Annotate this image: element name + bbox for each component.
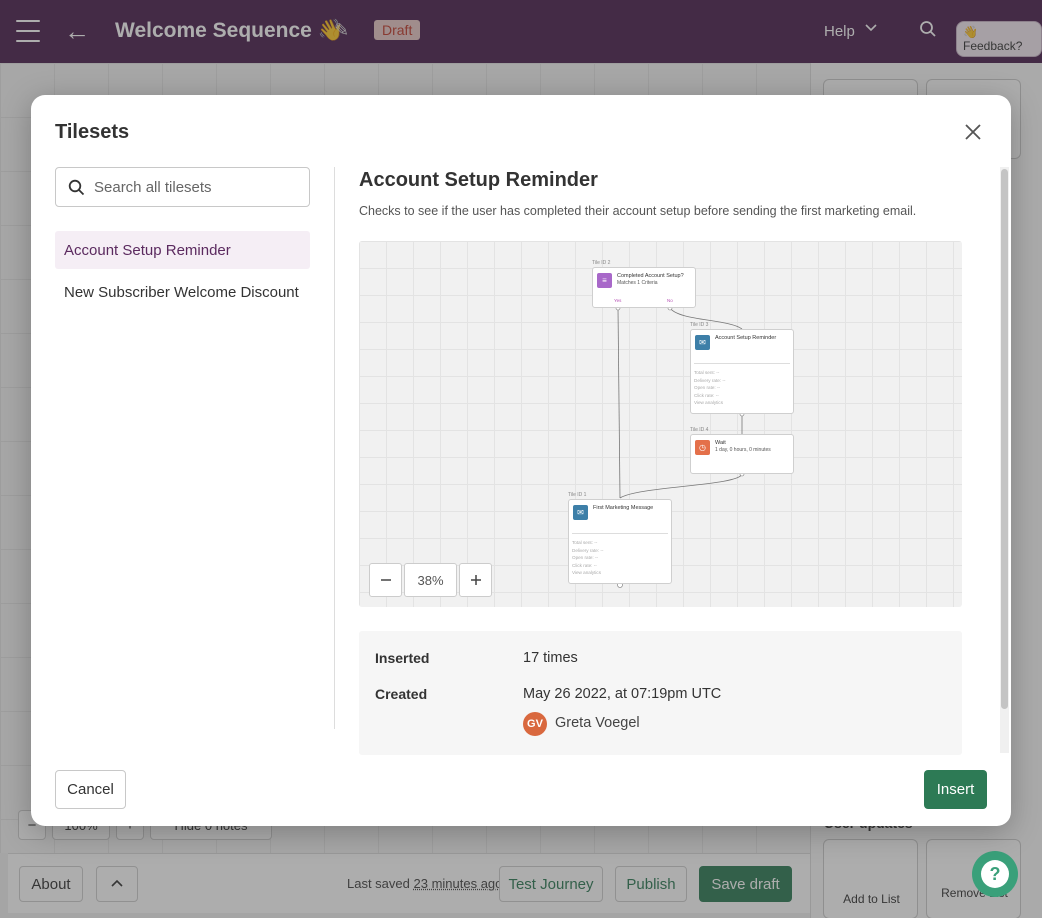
- plus-icon[interactable]: [459, 563, 492, 597]
- stat-total-sent: Total sent: --: [572, 540, 598, 545]
- node-tag: Tile ID 2: [592, 260, 611, 266]
- preview-zoom-value: 38%: [404, 563, 457, 597]
- created-value: May 26 2022, at 07:19pm UTC: [523, 686, 722, 702]
- email-icon: ✉: [573, 505, 588, 520]
- help-icon[interactable]: ?: [972, 851, 1018, 897]
- node-tag: Tile ID 4: [690, 427, 709, 433]
- node-stats: Total sent: -- Delivery rate: -- Open ra…: [572, 539, 603, 577]
- avatar: GV: [523, 712, 547, 736]
- scroll-thumb[interactable]: [1001, 169, 1008, 709]
- stat-click-rate: Click rate: --: [572, 562, 597, 568]
- condition-icon: ≡: [597, 273, 612, 288]
- flow-node-wait: ◷ Wait 1 day, 0 hours, 0 minutes: [690, 434, 794, 474]
- stat-delivery-rate: Delivery rate: --: [572, 547, 604, 553]
- stat-view-analytics: View analytics: [694, 400, 724, 406]
- inserted-value: 17 times: [523, 650, 578, 666]
- node-sub: 1 day, 0 hours, 0 minutes: [715, 447, 771, 453]
- tileset-meta: Inserted 17 times Created May 26 2022, a…: [359, 631, 962, 755]
- search-icon: [68, 179, 85, 201]
- node-name: Completed Account Setup?: [617, 273, 684, 279]
- timer-icon: ◷: [695, 440, 710, 455]
- node-tag: Tile ID 1: [568, 492, 587, 498]
- branch-no: No: [667, 298, 673, 303]
- search-input[interactable]: [94, 168, 304, 206]
- node-divider: [572, 533, 668, 534]
- divider: [334, 167, 335, 729]
- node-sub: Matches 1 Criteria: [617, 280, 658, 286]
- node-name: Wait: [715, 440, 726, 446]
- stat-click-rate: Click rate: --: [694, 392, 719, 398]
- flow-node-condition: ≡ Completed Account Setup? Matches 1 Cri…: [592, 267, 696, 308]
- tileset-title: Account Setup Reminder: [359, 169, 598, 191]
- stat-view-analytics: View analytics: [572, 570, 602, 576]
- tileset-preview[interactable]: Tile ID 2 ≡ Completed Account Setup? Mat…: [359, 241, 962, 607]
- tileset-item-account-setup-reminder[interactable]: Account Setup Reminder: [55, 231, 310, 269]
- stat-total-sent: Total sent: --: [694, 370, 720, 375]
- tileset-detail: Account Setup Reminder Checks to see if …: [359, 167, 981, 218]
- node-tag: Tile ID 3: [690, 322, 709, 328]
- minus-icon[interactable]: [369, 563, 402, 597]
- tileset-search: [55, 167, 310, 207]
- author-name: Greta Voegel: [555, 715, 640, 731]
- cancel-button[interactable]: Cancel: [55, 770, 126, 809]
- email-icon: ✉: [695, 335, 710, 350]
- branch-yes: Yes: [614, 298, 622, 303]
- modal-title: Tilesets: [55, 121, 130, 143]
- stat-open-rate: Open rate: --: [572, 555, 599, 561]
- node-divider: [694, 363, 790, 364]
- stat-delivery-rate: Delivery rate: --: [694, 377, 726, 383]
- insert-button[interactable]: Insert: [924, 770, 987, 809]
- created-label: Created: [375, 686, 428, 702]
- tilesets-modal: Tilesets Account Setup Reminder New Subs…: [31, 95, 1011, 826]
- tileset-item-new-subscriber-welcome-discount[interactable]: New Subscriber Welcome Discount: [55, 273, 310, 311]
- stat-open-rate: Open rate: --: [694, 385, 721, 391]
- preview-zoom-controls: 38%: [369, 563, 492, 597]
- node-stats: Total sent: -- Delivery rate: -- Open ra…: [694, 369, 725, 407]
- tileset-description: Checks to see if the user has completed …: [359, 204, 917, 218]
- node-name: First Marketing Message: [593, 505, 654, 511]
- flow-node-email: ✉ Account Setup Reminder Total sent: -- …: [690, 329, 794, 414]
- node-name: Account Setup Reminder: [715, 335, 777, 341]
- scrollbar[interactable]: [1000, 167, 1009, 753]
- close-icon[interactable]: [963, 122, 983, 142]
- inserted-label: Inserted: [375, 650, 430, 666]
- tileset-list: Account Setup Reminder New Subscriber We…: [55, 231, 310, 315]
- flow-node-email: ✉ First Marketing Message Total sent: --…: [568, 499, 672, 584]
